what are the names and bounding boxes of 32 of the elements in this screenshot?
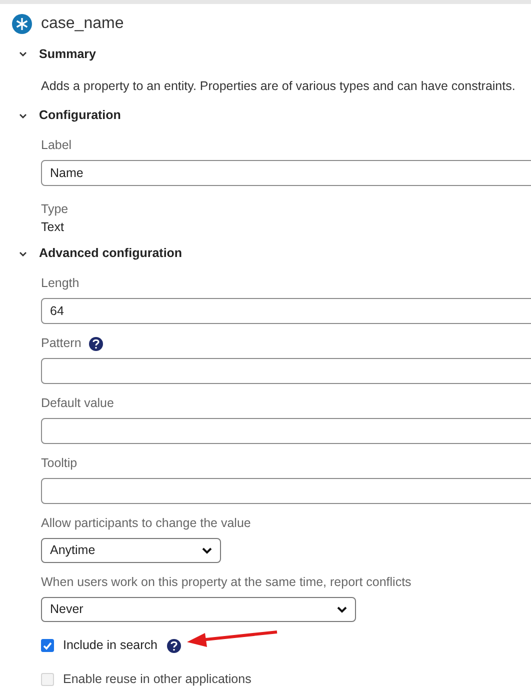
dropdown[interactable]: Never: [41, 596, 356, 622]
section-header[interactable]: Summary: [0, 44, 531, 64]
field-label: Length: [41, 275, 80, 292]
text-field[interactable]: [41, 478, 531, 504]
field-label: Pattern: [41, 335, 82, 352]
chevron-down-icon[interactable]: [19, 51, 27, 57]
field-label: When users work on this property at the same time, report conflicts: [41, 574, 412, 592]
field-label: Label: [41, 137, 72, 154]
chevron-down-icon[interactable]: [19, 112, 27, 119]
chevron-down-icon: [337, 606, 347, 613]
page-title: case_name: [41, 14, 124, 34]
field-label: Default value: [41, 395, 114, 412]
section-header[interactable]: Configuration: [0, 106, 531, 126]
asterisk-icon: [12, 14, 32, 34]
help-icon[interactable]: [166, 638, 181, 653]
field-value: Text: [41, 218, 65, 236]
checkbox-label: Enable reuse in other applications: [63, 671, 252, 688]
text-field[interactable]: 64: [41, 298, 531, 324]
help-icon[interactable]: [89, 336, 104, 351]
chevron-down-icon: [202, 546, 212, 554]
field-label: Type: [41, 200, 70, 218]
text-field[interactable]: Name: [41, 160, 531, 186]
checkbox-label: Include in search: [63, 637, 158, 654]
checkbox[interactable]: [41, 639, 54, 652]
dropdown[interactable]: Anytime: [41, 538, 221, 563]
text-field[interactable]: [41, 418, 531, 444]
text-field[interactable]: [41, 358, 531, 384]
field-label: Allow participants to change the value: [41, 515, 252, 532]
chevron-down-icon[interactable]: [19, 250, 27, 257]
description-text: Adds a property to an entity. Properties are of various types and can have constraints.: [41, 78, 516, 95]
field-label: Tooltip: [41, 455, 78, 472]
section-header[interactable]: Advanced configuration: [0, 244, 531, 264]
